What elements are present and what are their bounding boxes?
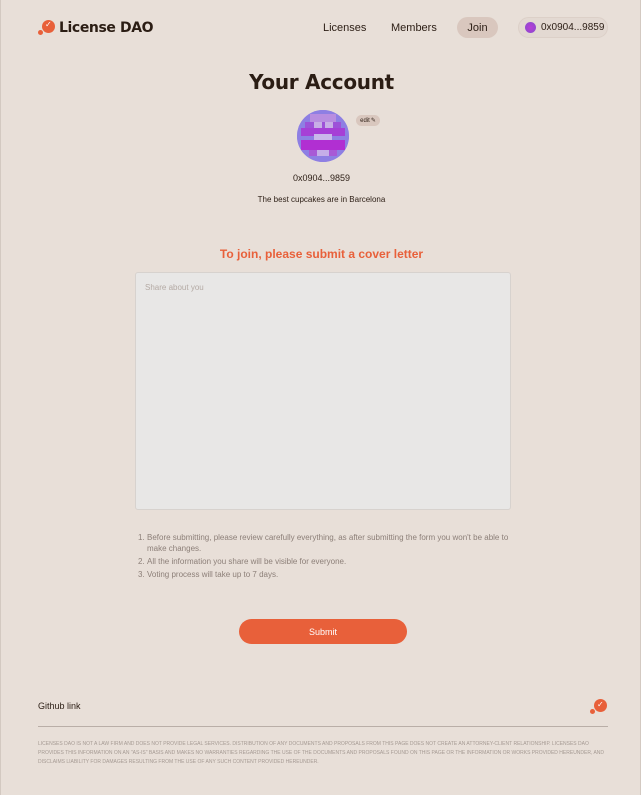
page-title: Your Account xyxy=(249,70,394,94)
join-heading: To join, please submit a cover letter xyxy=(219,247,424,261)
header: ✓ License DAO Licenses Members Join 0x09… xyxy=(1,0,641,58)
nav-join[interactable]: Join xyxy=(457,17,498,38)
github-link[interactable]: Github link xyxy=(38,701,81,711)
submit-button[interactable]: Submit xyxy=(239,619,407,644)
license-dao-logo-icon: ✓ xyxy=(38,19,55,36)
list-item: 1. Before submitting, please review caref… xyxy=(138,533,509,553)
list-item: 2. All the information you share will be … xyxy=(138,557,347,566)
footer-divider xyxy=(38,726,608,727)
disclaimer: LICENSES DAO IS NOT A LAW FIRM AND DOES … xyxy=(38,741,605,765)
nav-members[interactable]: Members xyxy=(391,22,437,34)
list-item: 3. Voting process will take up to 7 days. xyxy=(138,570,279,579)
rule-text: All the information you share will be vi… xyxy=(147,557,347,566)
logo[interactable]: ✓ License DAO xyxy=(38,19,154,36)
account-address: 0x0904...9859 xyxy=(292,173,351,183)
wallet-avatar-icon xyxy=(525,22,536,33)
wallet-button[interactable]: 0x0904...9859 xyxy=(518,17,608,38)
license-dao-logo-icon: ✓ xyxy=(590,699,608,715)
edit-label: edit xyxy=(360,117,370,124)
account-bio: The best cupcakes are in Barcelona xyxy=(257,195,386,204)
rule-text: Before submitting, please review careful… xyxy=(147,533,509,553)
rules-list: 1. Before submitting, please review caref… xyxy=(138,532,514,582)
nav-licenses[interactable]: Licenses xyxy=(323,22,366,34)
cover-letter-input[interactable] xyxy=(135,272,511,510)
rule-text: Voting process will take up to 7 days. xyxy=(147,570,279,579)
avatar xyxy=(297,110,349,162)
pencil-icon: ✎ xyxy=(370,118,376,124)
edit-profile-button[interactable]: edit ✎ xyxy=(356,115,380,126)
wallet-address: 0x0904...9859 xyxy=(541,22,605,33)
logo-text: License DAO xyxy=(59,19,154,36)
